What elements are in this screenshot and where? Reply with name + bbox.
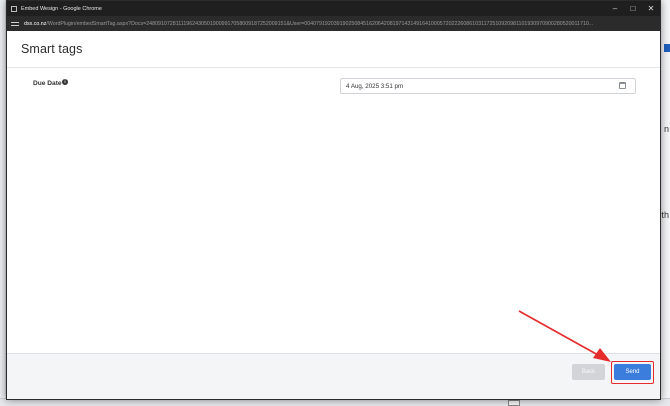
info-icon[interactable]: i (62, 79, 68, 85)
dialog-footer: Back Send (7, 353, 660, 399)
browser-popup-window: Embed Wesign - Google Chrome – □ ✕ dsx.c… (6, 0, 661, 400)
background-status-box (508, 400, 520, 406)
app-icon (11, 5, 17, 12)
minimize-button[interactable]: – (606, 1, 624, 16)
due-date-label: Due Date (33, 80, 62, 87)
close-button[interactable]: ✕ (642, 1, 660, 16)
address-bar[interactable]: dsx.co.nz/WordPlugin/embedSmartTag.aspx?… (7, 16, 660, 31)
page-header: Smart tags (7, 31, 660, 68)
due-date-input[interactable] (340, 78, 636, 94)
highlight-box (611, 361, 654, 384)
site-settings-icon[interactable] (11, 21, 19, 27)
window-title: Embed Wesign - Google Chrome (21, 5, 102, 12)
background-text-fragment: th (661, 210, 669, 220)
smart-tags-page: Smart tags Due Date i Back Send (7, 31, 660, 399)
window-titlebar: Embed Wesign - Google Chrome – □ ✕ (7, 1, 660, 16)
url-path: /WordPlugin/embedSmartTag.aspx?Docs=2480… (46, 20, 594, 27)
maximize-button[interactable]: □ (624, 1, 642, 16)
page-title: Smart tags (21, 42, 83, 56)
url-host: dsx.co.nz (24, 20, 47, 27)
background-text-fragment: n (663, 124, 669, 134)
back-button[interactable]: Back (572, 364, 605, 380)
due-date-row: Due Date i (7, 76, 660, 96)
background-badge (664, 44, 670, 52)
background-right-panel: n th (660, 0, 670, 406)
calendar-icon[interactable] (619, 82, 626, 89)
